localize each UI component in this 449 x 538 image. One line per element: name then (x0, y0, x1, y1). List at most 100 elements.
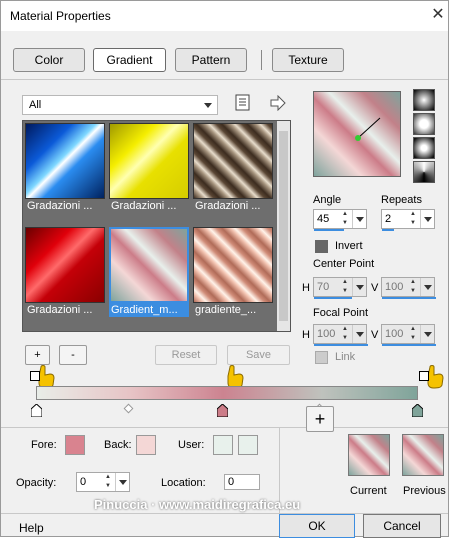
watermark: Pinuccia · www.maidiregrafica.eu (94, 497, 301, 512)
opacity-value: 0 (80, 476, 87, 488)
value-bar (382, 229, 394, 231)
link-checkbox[interactable] (315, 351, 328, 364)
preset-item[interactable]: Gradazioni ... (109, 123, 189, 213)
preset-thumbnail (193, 123, 273, 199)
value-bar (314, 297, 352, 299)
tab-texture[interactable]: Texture (272, 48, 344, 72)
location-field[interactable]: 0 (224, 474, 260, 490)
previous-material-swatch[interactable] (402, 434, 444, 476)
fore-swatch[interactable] (65, 435, 85, 455)
linear-style-icon[interactable] (413, 89, 435, 111)
focal-v-spinner[interactable]: 100 ▲ ▼ (381, 324, 436, 346)
value-bar (382, 297, 436, 299)
center-h-spinner[interactable]: 70 ▲ ▼ (313, 277, 367, 299)
user-swatch-1[interactable] (213, 435, 233, 455)
fore-label: Fore: (31, 439, 57, 451)
location-value: 0 (228, 476, 235, 488)
previous-label: Previous (403, 485, 446, 497)
chevron-down-icon[interactable] (420, 325, 434, 343)
tab-gradient[interactable]: Gradient (93, 48, 166, 72)
category-dropdown[interactable]: All (22, 95, 218, 115)
remove-preset-button[interactable]: - (59, 345, 87, 365)
opacity-label: Opacity: (16, 477, 57, 489)
rectangular-style-icon[interactable] (413, 113, 435, 135)
user-swatch-2[interactable] (238, 435, 258, 455)
window-title: Material Properties (10, 9, 111, 23)
chevron-down-icon[interactable] (420, 278, 434, 296)
tab-color[interactable]: Color (13, 48, 85, 72)
focal-v-label: V (371, 329, 379, 341)
back-swatch[interactable] (136, 435, 156, 455)
preset-item[interactable]: Gradient_m... (109, 227, 189, 317)
center-v-spinner[interactable]: 100 ▲ ▼ (381, 277, 436, 299)
spin-updown-icon[interactable]: ▲ ▼ (407, 325, 419, 343)
spin-updown-icon[interactable]: ▲ ▼ (407, 210, 419, 228)
focal-h-label: H (302, 329, 310, 341)
close-icon[interactable]: ✕ (429, 5, 447, 25)
focal-h-spinner[interactable]: 100 ▲ ▼ (313, 324, 368, 346)
angle-value: 45 (317, 213, 330, 225)
chevron-down-icon[interactable] (352, 210, 366, 228)
chevron-down-icon[interactable] (352, 278, 366, 296)
gradient-preview[interactable] (313, 91, 401, 177)
scrollbar-thumb[interactable] (279, 131, 288, 321)
spin-updown-icon[interactable]: ▲ ▼ (407, 278, 419, 296)
preset-item[interactable]: Gradazioni ... (25, 227, 105, 317)
preset-item[interactable]: gradiente_... (193, 227, 273, 317)
tab-separator (1, 79, 448, 80)
spin-updown-icon[interactable]: ▲ ▼ (339, 210, 351, 228)
cancel-button[interactable]: Cancel (363, 514, 441, 538)
focal-v-value: 100 (385, 328, 404, 340)
angle-label: Angle (313, 194, 342, 206)
add-preset-button[interactable]: + (25, 345, 50, 365)
invert-checkbox[interactable] (315, 240, 328, 253)
section-divider (1, 427, 448, 428)
save-preset-button[interactable]: Save (227, 345, 290, 365)
reset-button[interactable]: Reset (155, 345, 217, 365)
fore-marker-icon[interactable] (30, 371, 40, 381)
color-stop-marker[interactable] (412, 404, 423, 417)
add-material-button[interactable]: + (306, 406, 334, 432)
focal-h-value: 100 (317, 328, 336, 340)
spin-updown-icon[interactable]: ▲ ▼ (339, 278, 351, 296)
preset-thumbnail (25, 227, 105, 303)
help-button[interactable]: Help (19, 521, 44, 535)
preset-label: Gradazioni ... (109, 199, 189, 213)
preset-thumbnail (193, 227, 273, 303)
spin-updown-icon[interactable]: ▲ ▼ (339, 325, 351, 343)
chevron-down-icon[interactable] (352, 325, 366, 343)
link-label: Link (335, 351, 356, 363)
sunburst-style-icon[interactable] (413, 161, 435, 183)
center-h-value: 70 (317, 281, 330, 293)
chevron-down-icon[interactable] (420, 210, 434, 228)
current-material-swatch[interactable] (348, 434, 390, 476)
chevron-down-icon (204, 103, 212, 108)
file-list-icon[interactable] (234, 94, 252, 112)
back-marker-icon[interactable] (419, 371, 429, 381)
user-label: User: (178, 439, 205, 451)
invert-label: Invert (335, 240, 363, 252)
preset-label: Gradient_m... (109, 303, 189, 317)
opacity-spinner[interactable]: 0 ▲ ▼ (76, 472, 130, 492)
value-bar (314, 229, 344, 231)
center-v-label: V (371, 282, 379, 294)
repeats-label: Repeats (381, 194, 422, 206)
angle-spinner[interactable]: 45 ▲ ▼ (313, 209, 367, 231)
chevron-down-icon[interactable] (115, 473, 129, 491)
radial-style-icon[interactable] (413, 137, 435, 159)
tab-pattern[interactable]: Pattern (175, 48, 247, 72)
color-stop-marker[interactable] (31, 404, 42, 417)
ok-button[interactable]: OK (279, 514, 355, 538)
midpoint-marker[interactable] (123, 403, 134, 414)
preset-item[interactable]: Gradazioni ... (193, 123, 273, 213)
gradient-editor-bar[interactable] (36, 386, 418, 400)
preset-label: Gradazioni ... (25, 199, 105, 213)
angle-handle-icon[interactable] (314, 92, 400, 176)
preset-item[interactable]: Gradazioni ... (25, 123, 105, 213)
color-stop-marker[interactable] (217, 404, 228, 417)
preset-label: Gradazioni ... (25, 303, 105, 317)
spin-updown-icon[interactable]: ▲ ▼ (102, 473, 114, 491)
repeats-spinner[interactable]: 2 ▲ ▼ (381, 209, 435, 231)
center-h-label: H (302, 282, 310, 294)
arrow-right-icon[interactable] (269, 95, 287, 111)
